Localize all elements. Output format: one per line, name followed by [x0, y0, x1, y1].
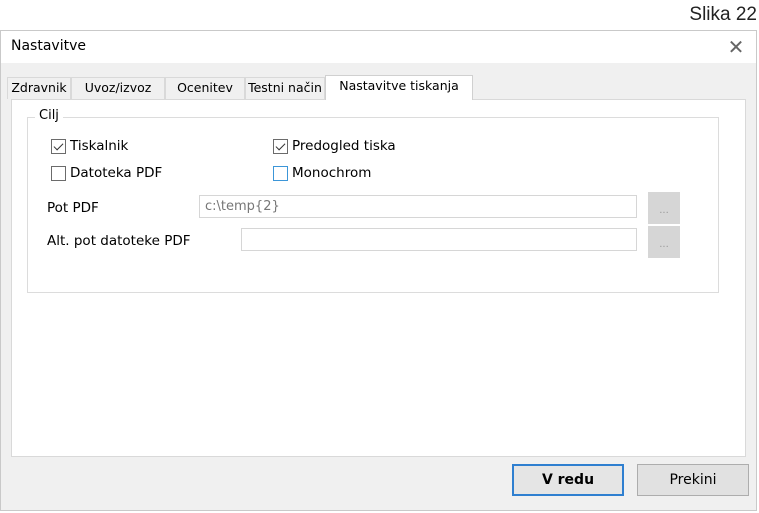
- checkbox-label: Datoteka PDF: [70, 165, 163, 181]
- checkbox-label: Monochrom: [292, 165, 372, 181]
- check-icon: [275, 140, 286, 150]
- close-button[interactable]: ✕: [716, 31, 756, 63]
- tab-zdravnik[interactable]: Zdravnik: [7, 77, 71, 99]
- tab-ocenitev[interactable]: Ocenitev: [165, 77, 245, 99]
- tab-uvoz-izvoz[interactable]: Uvoz/izvoz: [71, 77, 165, 99]
- printer-checkbox[interactable]: Tiskalnik: [51, 138, 128, 154]
- checkbox-box: [51, 138, 66, 154]
- checkbox-box: [273, 165, 288, 181]
- alt-pdf-path-browse-button[interactable]: ...: [648, 226, 680, 258]
- checkbox-box: [273, 138, 288, 154]
- print-preview-checkbox[interactable]: Predogled tiska: [273, 138, 396, 154]
- pdf-file-checkbox[interactable]: Datoteka PDF: [51, 165, 162, 181]
- checkbox-label: Predogled tiska: [292, 138, 396, 154]
- tab-testni-nacin[interactable]: Testni način: [245, 77, 325, 99]
- pdf-path-browse-button[interactable]: ...: [648, 192, 680, 224]
- alt-pdf-path-label: Alt. pot datoteke PDF: [47, 233, 191, 249]
- tab-nastavitve-tiskanja[interactable]: Nastavitve tiskanja: [325, 75, 473, 100]
- settings-dialog: Nastavitve ✕ Zdravnik Uvoz/izvoz Ocenite…: [0, 30, 757, 511]
- alt-pdf-path-input[interactable]: [241, 228, 637, 251]
- pdf-path-label: Pot PDF: [47, 200, 99, 216]
- monochrome-checkbox[interactable]: Monochrom: [273, 165, 371, 181]
- window-title: Nastavitve: [11, 38, 86, 54]
- figure-label: Slika 22: [689, 4, 757, 25]
- check-icon: [53, 140, 64, 150]
- close-icon: ✕: [727, 35, 745, 59]
- group-legend: Cilj: [35, 108, 63, 123]
- checkbox-label: Tiskalnik: [70, 138, 129, 154]
- ok-button[interactable]: V redu: [512, 464, 624, 496]
- cancel-button[interactable]: Prekini: [637, 464, 749, 496]
- pdf-path-input[interactable]: c:\temp{2}: [199, 195, 637, 218]
- checkbox-box: [51, 165, 66, 181]
- title-bar: Nastavitve ✕: [1, 31, 756, 63]
